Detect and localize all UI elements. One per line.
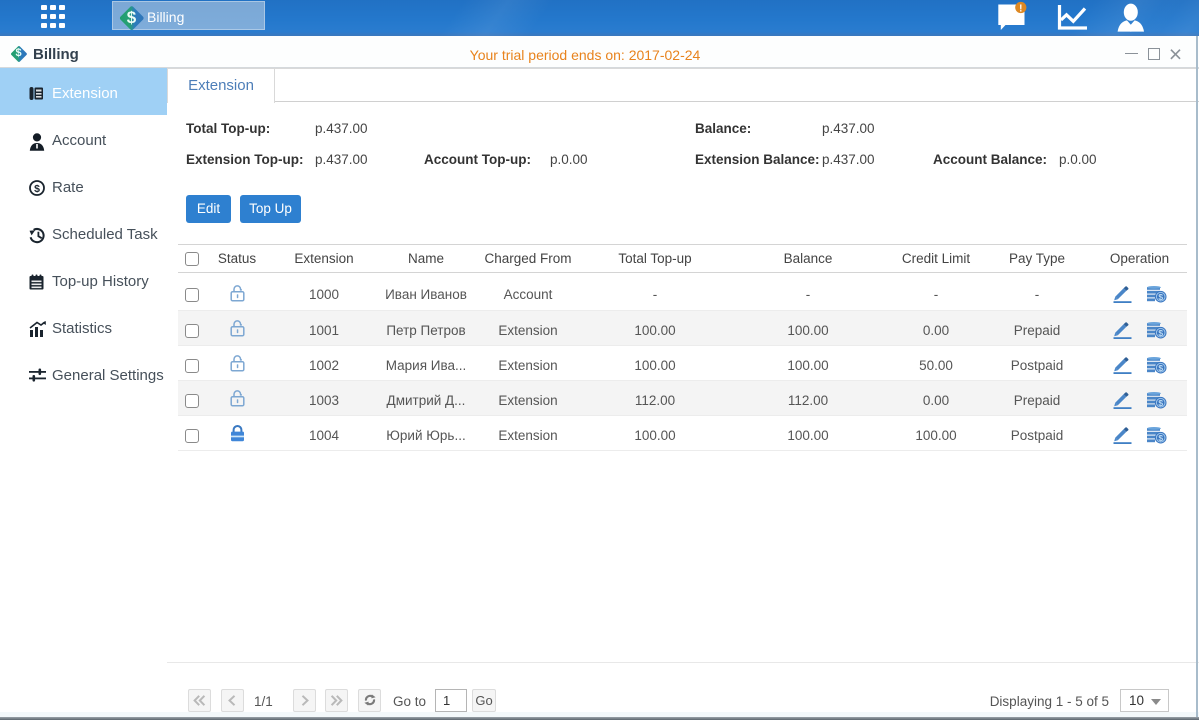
svg-text:$: $ [1158, 292, 1163, 302]
svg-text:!: ! [1019, 3, 1022, 14]
svg-text:$: $ [1158, 328, 1163, 338]
svg-text:$: $ [1158, 433, 1163, 443]
svg-text:$: $ [34, 183, 40, 195]
svg-text:$: $ [1158, 398, 1163, 408]
svg-text:$: $ [1158, 363, 1163, 373]
